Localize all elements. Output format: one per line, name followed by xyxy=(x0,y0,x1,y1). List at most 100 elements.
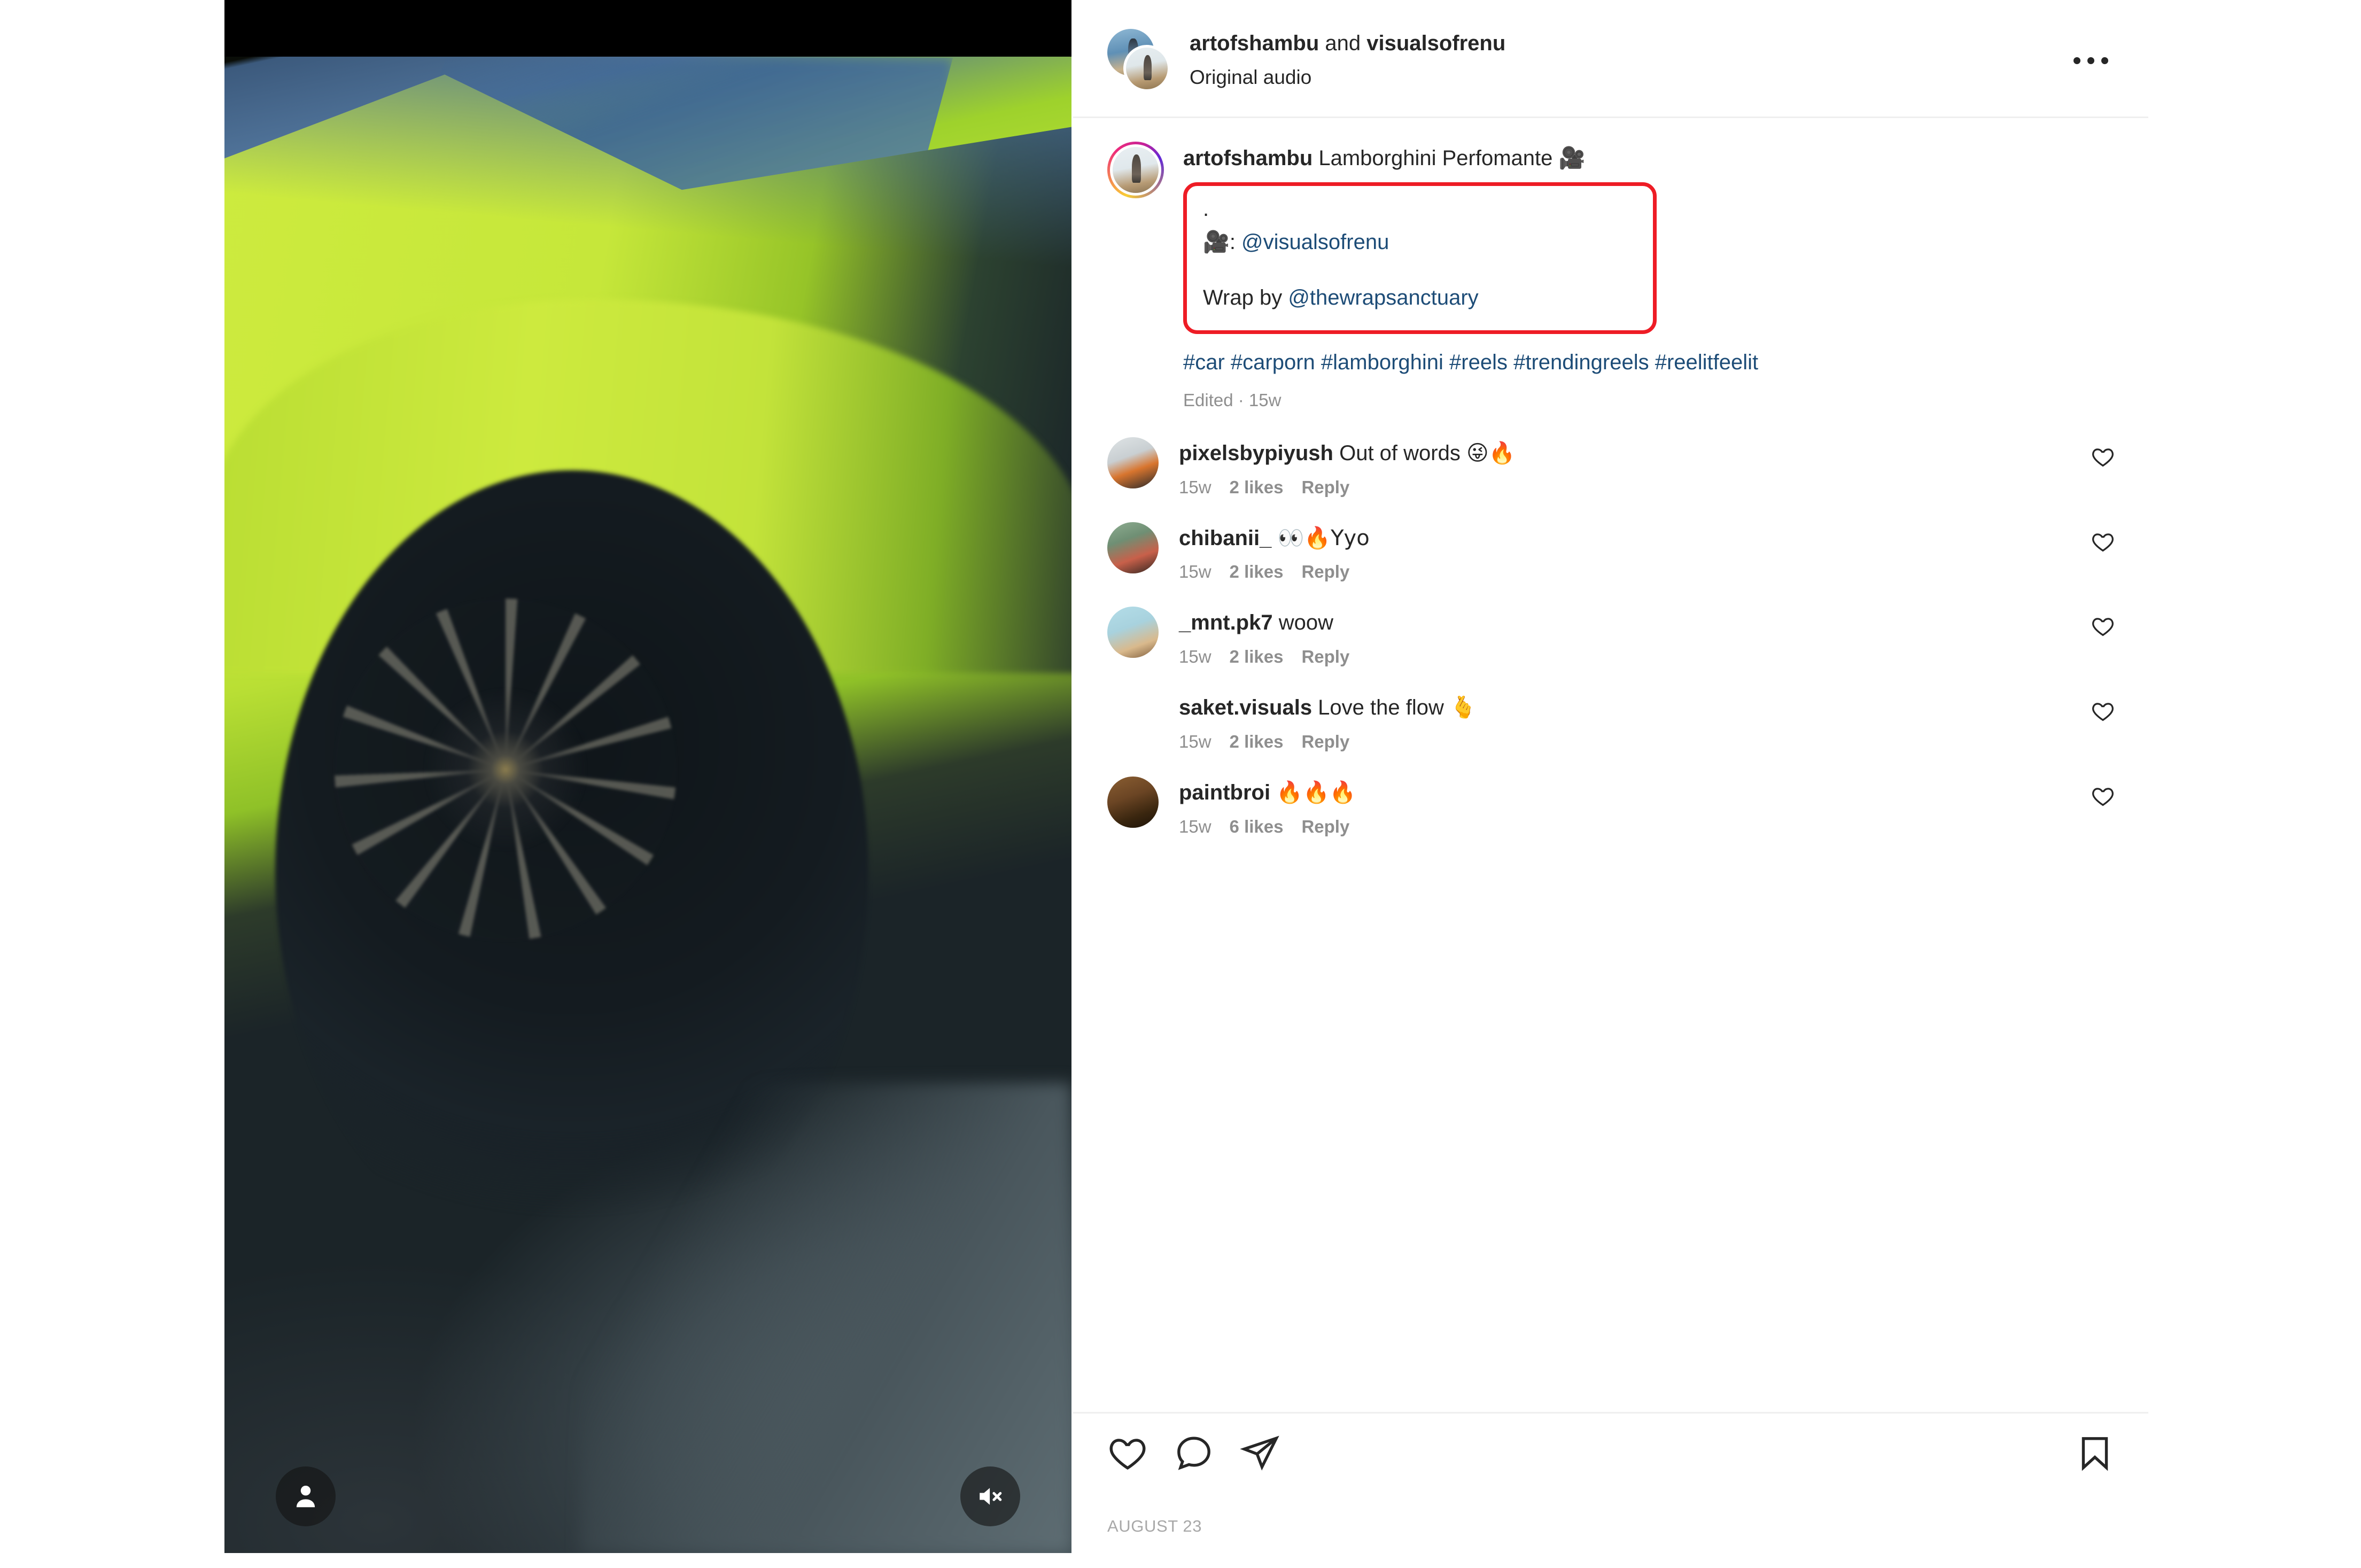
post-body: artofshambu Lamborghini Perfomante 🎥 . 🎥… xyxy=(1073,118,2148,1408)
credit-separator: : xyxy=(1229,230,1242,254)
comments-list: pixelsbypiyush Out of words 😜🔥 15w 2 lik… xyxy=(1107,437,2115,861)
comment-text: saket.visuals Love the flow 🫰 xyxy=(1179,694,2091,722)
avatar-primary xyxy=(1123,45,1170,92)
comment-reply-button[interactable]: Reply xyxy=(1301,732,1349,752)
caption-block: artofshambu Lamborghini Perfomante 🎥 . 🎥… xyxy=(1107,118,2115,410)
comment-author-link[interactable]: _mnt.pk7 xyxy=(1179,611,1273,634)
comment-author-link[interactable]: paintbroi xyxy=(1179,781,1270,804)
post-header-text: artofshambu and visualsofrenu Original a… xyxy=(1190,30,2066,91)
comment-time: 15w xyxy=(1179,647,1211,667)
clapper-board-icon: 🎥 xyxy=(1558,146,1586,170)
comment-bubble-icon[interactable] xyxy=(1174,1433,1214,1476)
comment-time: 15w xyxy=(1179,562,1211,582)
credit-mention-link[interactable]: @visualsofrenu xyxy=(1241,230,1389,254)
comment-text: chibanii_ 👀🔥Yyo xyxy=(1179,524,2091,553)
instagram-post: artofshambu and visualsofrenu Original a… xyxy=(224,0,2148,1568)
comment-item: chibanii_ 👀🔥Yyo 15w 2 likes Reply xyxy=(1107,522,2115,607)
comment-text: pixelsbypiyush Out of words 😜🔥 xyxy=(1179,439,2091,468)
post-date: AUGUST 23 xyxy=(1107,1517,1202,1535)
comment-meta: 15w 2 likes Reply xyxy=(1179,562,2091,582)
audio-label[interactable]: Original audio xyxy=(1190,64,2066,91)
comment-emoji: 👀🔥Yyo xyxy=(1277,525,1370,550)
comment-likes[interactable]: 6 likes xyxy=(1230,817,1284,837)
comment-body: paintbroi 🔥🔥🔥 15w 6 likes Reply xyxy=(1179,777,2091,837)
comment-avatar[interactable] xyxy=(1107,776,1159,828)
caption-wrap-line: Wrap by @thewrapsanctuary xyxy=(1203,283,1638,312)
person-tag-icon[interactable] xyxy=(276,1466,336,1526)
comment-message: Out of words xyxy=(1333,441,1466,465)
comment-message xyxy=(1271,526,1277,550)
avatar[interactable] xyxy=(1107,29,1170,92)
caption-meta: Edited · 15w xyxy=(1183,390,1282,410)
comment-body: saket.visuals Love the flow 🫰 15w 2 like… xyxy=(1179,692,2091,752)
comment-text: _mnt.pk7 woow xyxy=(1179,609,2091,637)
comment-item: pixelsbypiyush Out of words 😜🔥 15w 2 lik… xyxy=(1107,437,2115,522)
caption-content: artofshambu Lamborghini Perfomante 🎥 . 🎥… xyxy=(1183,142,2115,410)
wrap-mention-link[interactable]: @thewrapsanctuary xyxy=(1288,286,1478,309)
comment-avatar[interactable] xyxy=(1107,437,1159,488)
comment-avatar[interactable] xyxy=(1107,522,1159,573)
heart-icon[interactable] xyxy=(2091,522,2115,583)
comment-text: paintbroi 🔥🔥🔥 xyxy=(1179,779,2091,807)
comment-body: pixelsbypiyush Out of words 😜🔥 15w 2 lik… xyxy=(1179,437,2091,498)
heart-icon[interactable] xyxy=(2091,607,2115,667)
annotation-box: . 🎥: @visualsofrenu Wrap by @thewrapsanc… xyxy=(1183,182,1657,335)
comment-time: 15w xyxy=(1179,477,1211,497)
post-header: artofshambu and visualsofrenu Original a… xyxy=(1073,0,2148,118)
post-media[interactable] xyxy=(224,0,1071,1553)
video-wheel-hub xyxy=(335,599,677,941)
caption-author-link[interactable]: artofshambu xyxy=(1183,146,1312,170)
speaker-muted-icon[interactable] xyxy=(960,1466,1020,1526)
comment-likes[interactable]: 2 likes xyxy=(1230,732,1284,752)
comment-likes[interactable]: 2 likes xyxy=(1230,647,1284,667)
comment-emoji: 😜🔥 xyxy=(1466,440,1516,465)
caption-credit-line: 🎥: @visualsofrenu xyxy=(1203,228,1638,257)
caption-text: Lamborghini Perfomante xyxy=(1312,146,1559,170)
more-options-icon[interactable] xyxy=(2066,44,2115,76)
caption-main-line: artofshambu Lamborghini Perfomante 🎥 xyxy=(1183,144,2115,173)
comment-body: chibanii_ 👀🔥Yyo 15w 2 likes Reply xyxy=(1179,522,2091,583)
heart-icon[interactable] xyxy=(2091,692,2115,752)
share-paper-plane-icon[interactable] xyxy=(1240,1433,1280,1476)
author-primary-link[interactable]: artofshambu xyxy=(1190,32,1319,55)
comment-avatar[interactable] xyxy=(1107,692,1159,743)
caption-hashtags[interactable]: #car #carporn #lamborghini #reels #trend… xyxy=(1183,348,2115,377)
comment-emoji: 🔥🔥🔥 xyxy=(1276,780,1356,805)
comment-time: 15w xyxy=(1179,731,1211,751)
comment-message: woow xyxy=(1272,611,1333,635)
bookmark-icon[interactable] xyxy=(2075,1433,2115,1476)
comment-author-link[interactable]: saket.visuals xyxy=(1179,696,1312,719)
post-date-row: AUGUST 23 xyxy=(1073,1491,2148,1568)
comment-reply-button[interactable]: Reply xyxy=(1301,647,1349,667)
comment-emoji: 🫰 xyxy=(1450,695,1477,720)
heart-icon[interactable] xyxy=(2091,777,2115,837)
comment-likes[interactable]: 2 likes xyxy=(1230,477,1284,498)
comment-item: saket.visuals Love the flow 🫰 15w 2 like… xyxy=(1107,692,2115,777)
comment-item: paintbroi 🔥🔥🔥 15w 6 likes Reply xyxy=(1107,776,2115,861)
comment-likes[interactable]: 2 likes xyxy=(1230,562,1284,582)
comment-meta: 15w 2 likes Reply xyxy=(1179,647,2091,667)
heart-icon[interactable] xyxy=(2091,437,2115,498)
comment-reply-button[interactable]: Reply xyxy=(1301,817,1349,837)
comment-avatar[interactable] xyxy=(1107,607,1159,658)
author-secondary-link[interactable]: visualsofrenu xyxy=(1366,32,1505,55)
comment-meta: 15w 2 likes Reply xyxy=(1179,477,2091,498)
comment-body: _mnt.pk7 woow 15w 2 likes Reply xyxy=(1179,607,2091,667)
post-authors[interactable]: artofshambu and visualsofrenu xyxy=(1190,30,2066,57)
caption-avatar[interactable] xyxy=(1107,142,1164,198)
post-side-panel: artofshambu and visualsofrenu Original a… xyxy=(1071,0,2148,1568)
author-connector: and xyxy=(1319,31,1367,55)
comment-reply-button[interactable]: Reply xyxy=(1301,562,1349,582)
heart-icon[interactable] xyxy=(1107,1433,1148,1476)
post-action-bar xyxy=(1073,1412,2148,1491)
video-letterbox xyxy=(224,0,1071,57)
comment-meta: 15w 6 likes Reply xyxy=(1179,817,2091,837)
comment-author-link[interactable]: pixelsbypiyush xyxy=(1179,441,1333,465)
video-player[interactable] xyxy=(224,0,1071,1553)
comment-message: Love the flow xyxy=(1312,696,1450,720)
comment-meta: 15w 2 likes Reply xyxy=(1179,732,2091,752)
comment-item: _mnt.pk7 woow 15w 2 likes Reply xyxy=(1107,607,2115,692)
comment-author-link[interactable]: chibanii_ xyxy=(1179,526,1271,550)
comment-message xyxy=(1270,781,1276,804)
comment-reply-button[interactable]: Reply xyxy=(1301,477,1349,498)
